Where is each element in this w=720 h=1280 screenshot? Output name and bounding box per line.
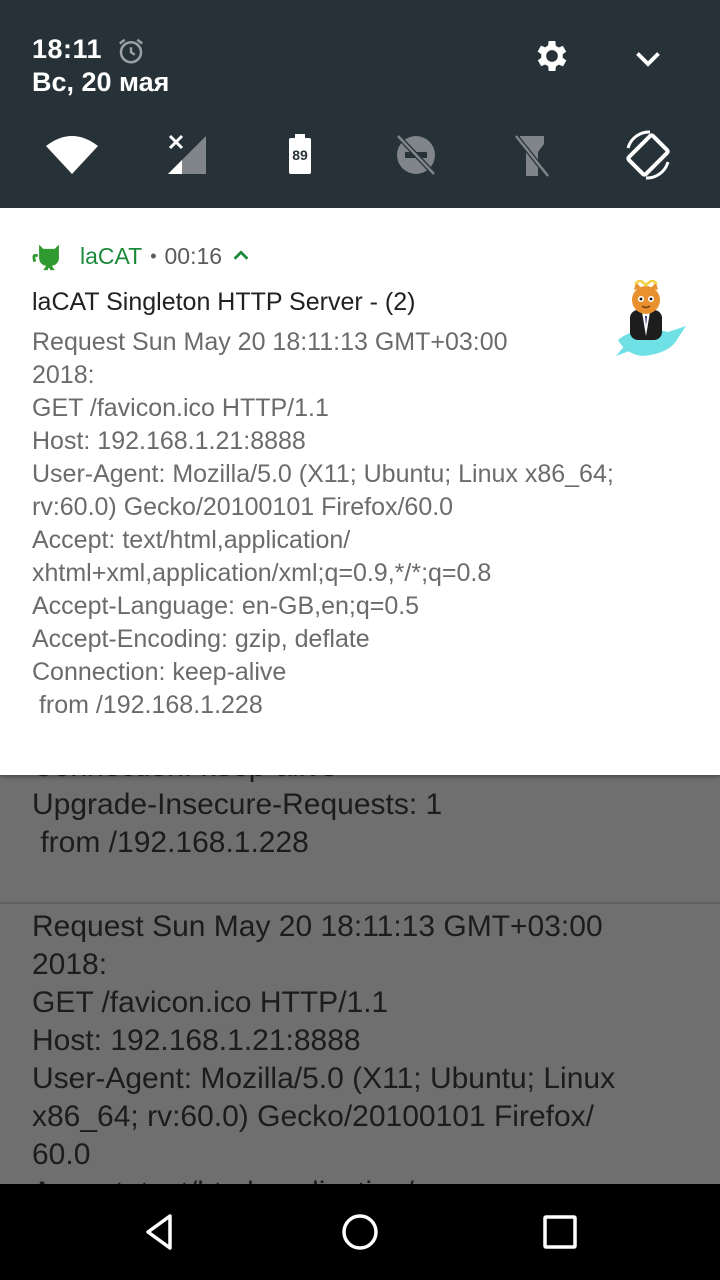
notification-title: laCAT Singleton HTTP Server - (2) bbox=[32, 288, 416, 316]
notification-time: 00:16 bbox=[164, 242, 223, 269]
flashlight-off-icon[interactable] bbox=[504, 128, 560, 182]
app-name: laCAT bbox=[80, 242, 143, 269]
wifi-icon[interactable] bbox=[44, 128, 100, 182]
dnd-off-icon[interactable] bbox=[388, 128, 444, 182]
log-divider bbox=[0, 902, 720, 904]
header-separator: • bbox=[150, 245, 157, 266]
chevron-up-icon[interactable] bbox=[230, 245, 252, 267]
date: Вс, 20 мая bbox=[32, 67, 170, 97]
battery-tile[interactable]: 89 bbox=[272, 128, 328, 182]
settings-icon[interactable] bbox=[532, 36, 572, 76]
battery-percent: 89 bbox=[292, 147, 308, 163]
chevron-down-icon[interactable] bbox=[630, 40, 666, 76]
cat-mascot-icon bbox=[616, 280, 686, 356]
quick-settings-header: 18:11 Вс, 20 мая 89 bbox=[0, 0, 720, 208]
alarm-icon bbox=[119, 38, 143, 64]
clock: 18:11 bbox=[32, 34, 103, 64]
log-block-current: Request Sun May 20 18:11:13 GMT+03:00 20… bbox=[32, 910, 616, 1184]
notification-header: laCAT • 00:16 bbox=[32, 238, 252, 274]
navigation-bar bbox=[0, 1184, 720, 1280]
recents-icon[interactable] bbox=[536, 1208, 584, 1256]
app-cat-icon bbox=[32, 244, 59, 271]
notification-body: Request Sun May 20 18:11:13 GMT+03:00 20… bbox=[32, 328, 614, 719]
back-icon[interactable] bbox=[136, 1208, 184, 1256]
home-icon[interactable] bbox=[336, 1208, 384, 1256]
signal-off-icon[interactable] bbox=[164, 128, 220, 182]
auto-rotate-icon[interactable] bbox=[620, 128, 676, 182]
notification-card[interactable]: laCAT • 00:16 laCAT Singleton HTTP Serve… bbox=[0, 208, 720, 775]
